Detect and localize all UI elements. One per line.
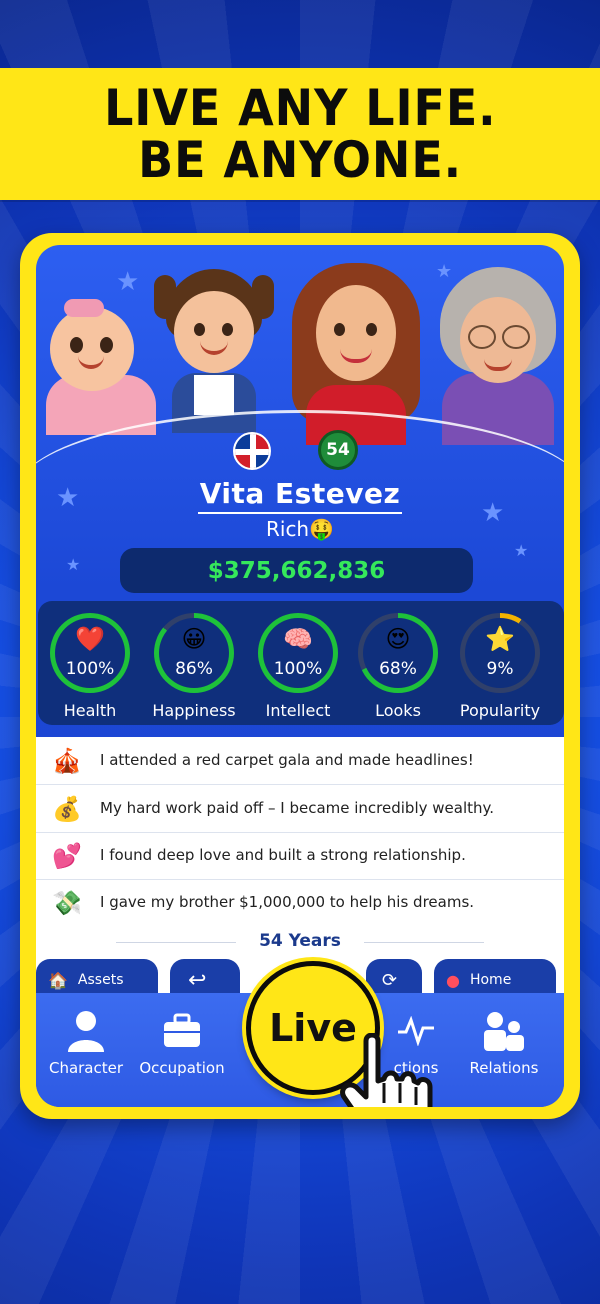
person-icon: [36, 1009, 136, 1053]
child-avatar: [154, 263, 274, 433]
star-decoration-icon: ★: [66, 555, 81, 574]
feed-item: 💕 I found deep love and built a strong r…: [36, 834, 564, 880]
home-pin-icon: ●: [446, 970, 460, 990]
banner-line-1: LIVE ANY LIFE.: [103, 79, 497, 137]
life-event-feed[interactable]: 🎪 I attended a red carpet gala and made …: [36, 737, 564, 959]
feed-item: 💰 My hard work paid off – I became incre…: [36, 787, 564, 833]
stat-intellect[interactable]: 🧠 100% Intellect: [256, 613, 340, 723]
feed-text: My hard work paid off – I became incredi…: [100, 799, 495, 817]
stat-label: Popularity: [459, 701, 541, 720]
nav-relations[interactable]: Relations: [454, 1009, 554, 1077]
briefcase-icon: [132, 1009, 232, 1053]
stat-value: 68%: [379, 659, 417, 679]
baby-avatar: [40, 295, 156, 435]
stat-health[interactable]: ❤️ 100% Health: [48, 613, 132, 723]
tab-home-label: Home: [469, 972, 512, 988]
cash-hand-icon: 💸: [52, 889, 82, 917]
feed-item: 🎪 I attended a red carpet gala and made …: [36, 739, 564, 785]
nav-character-label: Character: [48, 1059, 124, 1077]
character-name-text[interactable]: Vita Estevez: [197, 477, 403, 514]
phone-card: ★ ★ ★ ★ ★ ★ 54 Vita Estevez Rich🤑 $375,6…: [20, 233, 580, 1119]
wealth-status-text: Rich: [265, 517, 310, 541]
brain-icon: 🧠: [283, 625, 313, 653]
dominican-flag-icon[interactable]: [233, 432, 271, 470]
nav-character[interactable]: Character: [36, 1009, 136, 1077]
elder-avatar: [432, 263, 562, 445]
feed-text: I attended a red carpet gala and made he…: [100, 751, 474, 769]
stat-label: Intellect: [265, 701, 331, 720]
character-name[interactable]: Vita Estevez: [36, 477, 564, 514]
house-icon: 🏠: [48, 970, 68, 990]
nav-relations-label: Relations: [469, 1059, 539, 1077]
promo-banner: LIVE ANY LIFE. BE ANYONE.: [0, 68, 600, 200]
stat-value: 100%: [273, 659, 323, 679]
stat-label: Looks: [375, 701, 421, 720]
red-carpet-icon: 🎪: [52, 747, 82, 775]
feed-text: I found deep love and built a strong rel…: [100, 846, 466, 864]
stats-panel: ❤️ 100% Health 😀 86% Happiness 🧠 100% In…: [38, 601, 564, 725]
tab-assets-label: Assets: [77, 972, 124, 988]
refresh-icon: ⟳: [382, 969, 398, 991]
banner-line-2: BE ANYONE.: [138, 131, 462, 189]
heart-eyes-icon: 😍: [385, 625, 411, 653]
stat-looks[interactable]: 😍 68% Looks: [356, 613, 440, 723]
age-badge: 54: [318, 430, 358, 470]
star-decoration-icon: ★: [514, 541, 529, 560]
wealth-status: Rich🤑: [36, 517, 564, 541]
feed-item: 💸 I gave my brother $1,000,000 to help h…: [36, 881, 564, 927]
star-icon: ⭐: [485, 625, 515, 653]
undo-icon: ↩: [188, 967, 207, 993]
money-bag-icon: 💰: [52, 795, 82, 823]
stat-happiness[interactable]: 😀 86% Happiness: [152, 613, 236, 723]
pointing-hand-icon: [340, 1033, 433, 1107]
money-face-icon: 🤑: [309, 517, 335, 541]
bank-balance[interactable]: $375,662,836: [120, 548, 473, 593]
stat-value: 100%: [65, 659, 115, 679]
stat-popularity[interactable]: ⭐ 9% Popularity: [458, 613, 542, 723]
nav-occupation[interactable]: Occupation: [132, 1009, 232, 1077]
feed-text: I gave my brother $1,000,000 to help his…: [100, 893, 475, 911]
smiley-icon: 😀: [181, 625, 207, 653]
years-divider: 54 Years: [36, 931, 564, 951]
nav-occupation-label: Occupation: [139, 1059, 225, 1077]
heart-icon: ❤️: [75, 625, 105, 653]
stat-label: Health: [63, 701, 117, 720]
stat-value: 9%: [486, 659, 514, 679]
stat-value: 86%: [175, 659, 213, 679]
people-icon: [454, 1009, 554, 1053]
game-screen: ★ ★ ★ ★ ★ ★ 54 Vita Estevez Rich🤑 $375,6…: [36, 245, 564, 1107]
two-hearts-icon: 💕: [52, 842, 82, 870]
stat-label: Happiness: [152, 701, 236, 720]
